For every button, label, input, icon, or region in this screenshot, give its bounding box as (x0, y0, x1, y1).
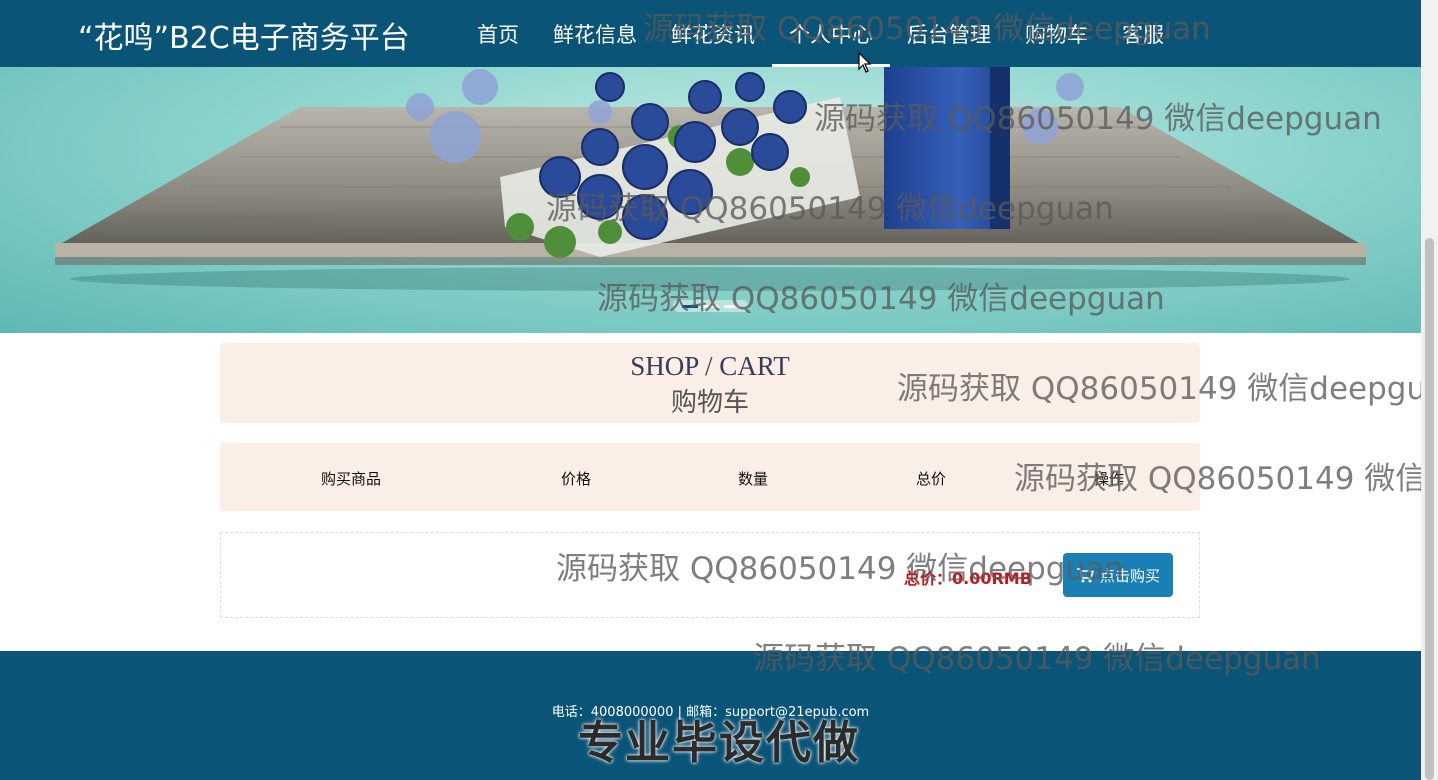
buy-button-label: 点击购买 (1099, 566, 1160, 585)
scrollbar-thumb[interactable] (1425, 238, 1434, 780)
site-brand[interactable]: “花鸣”B2C电子商务平台 (78, 13, 410, 57)
carousel-dot-3[interactable] (724, 304, 741, 308)
cart-title-en: SHOP / CART (630, 351, 790, 381)
nav-admin[interactable]: 后台管理 (890, 0, 1008, 67)
nav-service[interactable]: 客服 (1105, 0, 1181, 67)
buy-button[interactable]: 点击购买 (1063, 553, 1173, 597)
column-subtotal: 总价 (916, 470, 947, 488)
mouse-cursor-icon (858, 52, 872, 73)
nav-cart[interactable]: 购物车 (1008, 0, 1105, 67)
nav-flower-news[interactable]: 鲜花资讯 (654, 0, 772, 67)
column-quantity: 数量 (738, 470, 769, 488)
carousel-dot-2[interactable] (702, 304, 719, 308)
banner-image (55, 67, 1366, 291)
cart-total: 总价：0.00RMB (904, 569, 1032, 588)
cart-table-header: 购买商品 价格 数量 总价 操作 (220, 443, 1200, 511)
cart-summary: 总价：0.00RMB 点击购买 (220, 532, 1200, 618)
cart-title-box: SHOP / CART 购物车 (220, 343, 1200, 423)
carousel-dots (673, 300, 749, 312)
nav-home[interactable]: 首页 (460, 0, 536, 67)
column-product: 购买商品 (321, 470, 382, 488)
footer-stamp: 专业毕设代做 (577, 716, 860, 769)
banner-carousel[interactable] (0, 67, 1421, 333)
top-navbar: “花鸣”B2C电子商务平台 首页 鲜花信息 鲜花资讯 个人中心 后台管理 购物车… (0, 0, 1421, 67)
nav-personal-center[interactable]: 个人中心 (772, 0, 890, 67)
carousel-dot-1[interactable] (681, 304, 698, 308)
nav-flower-info[interactable]: 鲜花信息 (536, 0, 654, 67)
column-price: 价格 (561, 470, 592, 488)
page: “花鸣”B2C电子商务平台 首页 鲜花信息 鲜花资讯 个人中心 后台管理 购物车… (0, 0, 1438, 780)
cart-icon (1076, 568, 1094, 583)
vertical-scrollbar[interactable] (1421, 0, 1438, 780)
main-nav: 首页 鲜花信息 鲜花资讯 个人中心 后台管理 购物车 客服 (460, 0, 1181, 67)
column-action: 操作 (1094, 470, 1125, 488)
cart-title-zh: 购物车 (670, 388, 749, 418)
